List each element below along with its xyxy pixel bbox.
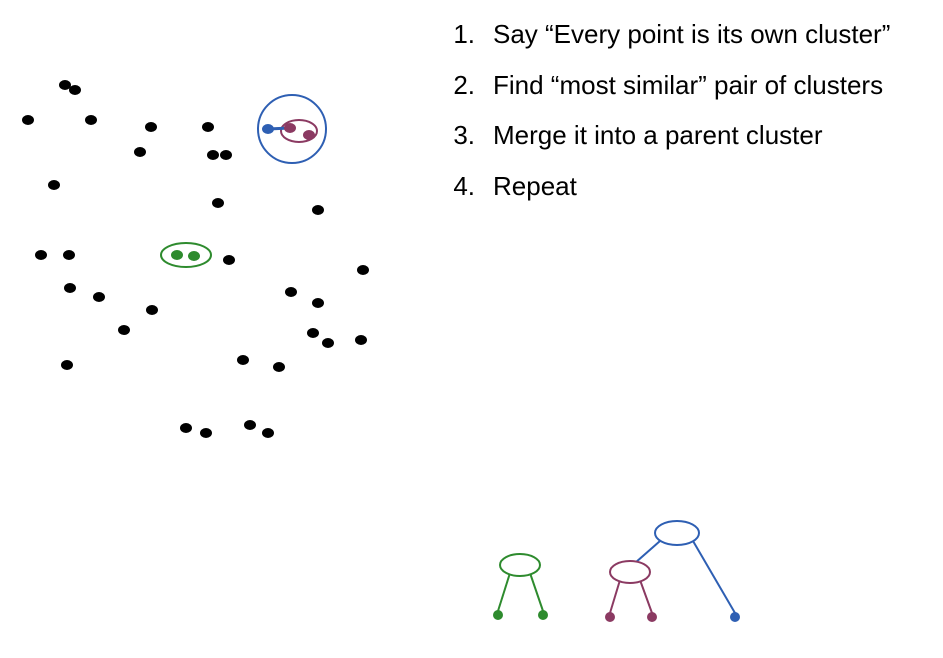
black-point-22 — [307, 328, 319, 338]
scatter-plot — [10, 30, 410, 450]
green-branch-0 — [498, 573, 510, 611]
black-point-21 — [118, 325, 130, 335]
step-4: 4. Repeat — [445, 170, 925, 203]
black-point-14 — [223, 255, 235, 265]
algorithm-steps-list: 1. Say “Every point is its own cluster” … — [445, 18, 925, 220]
step-number: 2. — [445, 69, 493, 102]
merged-cluster — [258, 95, 326, 163]
step-number: 4. — [445, 170, 493, 203]
step-text: Merge it into a parent cluster — [493, 119, 925, 152]
scatter-svg — [10, 30, 410, 450]
blue-leaf — [730, 612, 740, 622]
green-tree-node — [500, 554, 540, 576]
black-point-19 — [285, 287, 297, 297]
black-point-20 — [312, 298, 324, 308]
black-point-2 — [22, 115, 34, 125]
step-1: 1. Say “Every point is its own cluster” — [445, 18, 925, 51]
black-point-13 — [63, 250, 75, 260]
black-point-11 — [312, 205, 324, 215]
black-point-15 — [357, 265, 369, 275]
black-point-29 — [262, 428, 274, 438]
purple-leaf-1 — [647, 612, 657, 622]
black-point-0 — [59, 80, 71, 90]
green-cluster-ellipse — [161, 243, 211, 267]
black-point-18 — [146, 305, 158, 315]
step-text: Repeat — [493, 170, 925, 203]
blue-branch-left — [635, 541, 660, 563]
black-point-7 — [207, 150, 219, 160]
step-2: 2. Find “most similar” pair of clusters — [445, 69, 925, 102]
blue-branch-right — [693, 541, 735, 613]
purple-tree-node — [610, 561, 650, 583]
black-point-16 — [64, 283, 76, 293]
step-number: 3. — [445, 119, 493, 152]
blue-point — [262, 124, 274, 134]
black-point-9 — [48, 180, 60, 190]
black-point-1 — [69, 85, 81, 95]
black-point-25 — [61, 360, 73, 370]
black-point-24 — [355, 335, 367, 345]
blue-tree-node — [655, 521, 699, 545]
black-point-4 — [145, 122, 157, 132]
green-branch-1 — [530, 573, 543, 611]
green-leaf-1 — [538, 610, 548, 620]
black-point-6 — [134, 147, 146, 157]
purple-leaf-0 — [605, 612, 615, 622]
black-point-5 — [202, 122, 214, 132]
black-point-23 — [322, 338, 334, 348]
green-point-0 — [171, 250, 183, 260]
step-3: 3. Merge it into a parent cluster — [445, 119, 925, 152]
black-point-10 — [212, 198, 224, 208]
black-point-8 — [220, 150, 232, 160]
dendrogram-trees — [435, 505, 765, 635]
purple-branch-1 — [640, 580, 652, 613]
black-point-12 — [35, 250, 47, 260]
step-text: Find “most similar” pair of clusters — [493, 69, 925, 102]
black-point-27 — [273, 362, 285, 372]
green-cluster — [161, 243, 211, 267]
black-point-30 — [180, 423, 192, 433]
purple-point-0 — [284, 123, 296, 133]
black-point-17 — [93, 292, 105, 302]
black-point-3 — [85, 115, 97, 125]
green-dendrogram — [493, 554, 548, 620]
step-number: 1. — [445, 18, 493, 51]
step-text: Say “Every point is its own cluster” — [493, 18, 925, 51]
purple-point-1 — [303, 130, 315, 140]
black-point-31 — [200, 428, 212, 438]
dendrogram-svg — [435, 505, 765, 635]
black-point-28 — [244, 420, 256, 430]
purple-branch-0 — [610, 580, 620, 613]
black-point-26 — [237, 355, 249, 365]
blue-dendrogram — [605, 521, 740, 622]
green-point-1 — [188, 251, 200, 261]
green-leaf-0 — [493, 610, 503, 620]
